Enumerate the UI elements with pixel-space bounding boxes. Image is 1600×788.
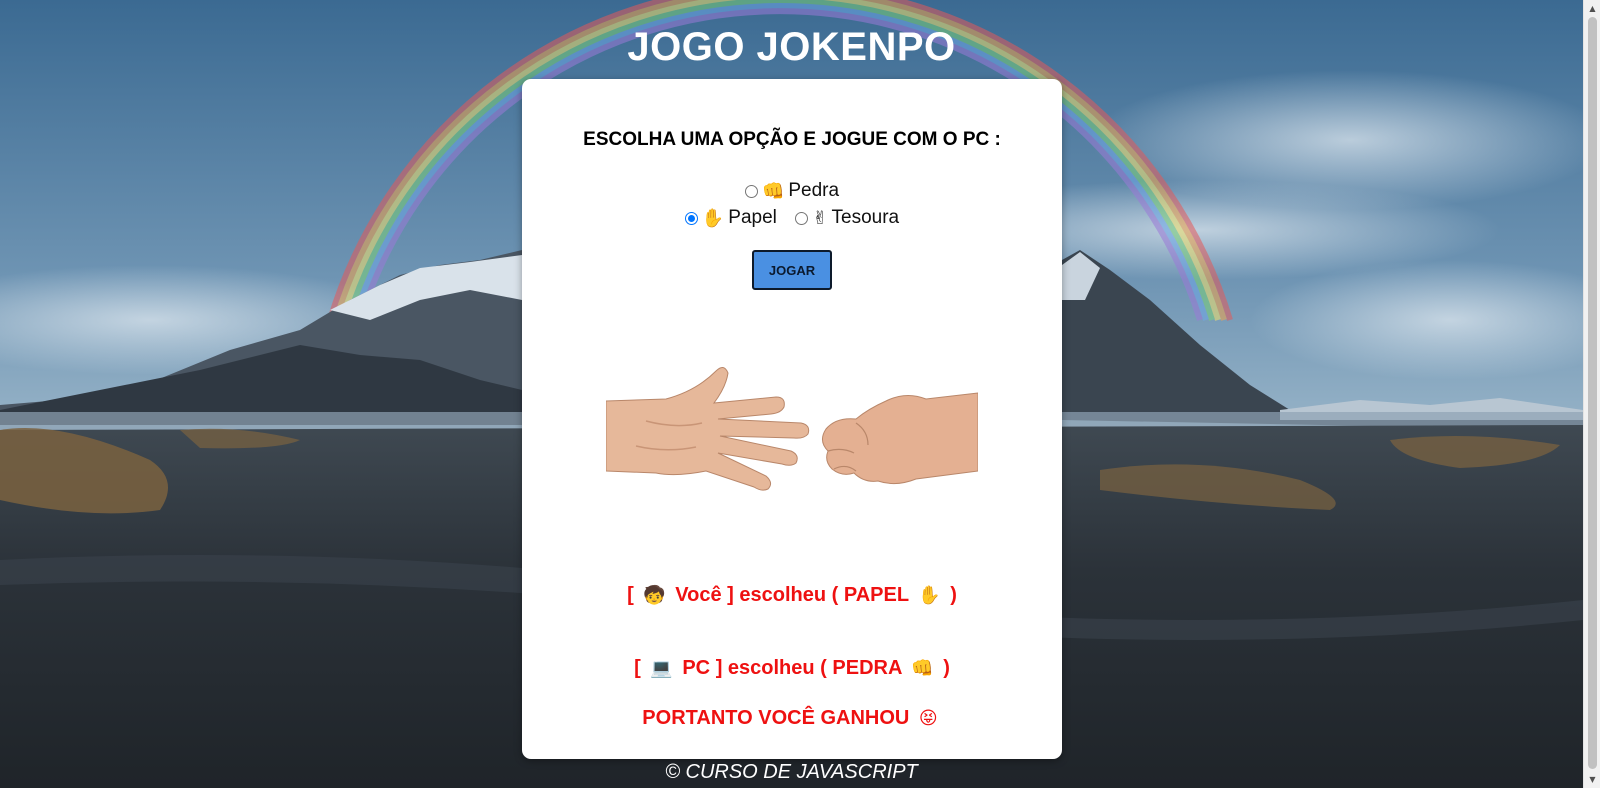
scroll-up-icon[interactable]: ▲ <box>1584 0 1600 17</box>
scrollbar-thumb[interactable] <box>1588 17 1597 769</box>
scroll-down-icon[interactable]: ▼ <box>1584 771 1600 788</box>
radio-papel[interactable] <box>684 211 698 225</box>
play-button[interactable]: JOGAR <box>752 250 832 290</box>
radio-pedra[interactable] <box>744 184 758 198</box>
result-player: [ 🧒 Você ] escolheu ( PAPEL ✋ ) <box>522 584 1062 607</box>
option-pedra-label: Pedra <box>788 180 840 201</box>
player-name: Você <box>675 584 722 606</box>
bracket-open: [ <box>634 657 641 679</box>
option-pedra[interactable]: 👊 Pedra <box>744 180 840 202</box>
laptop-icon: 💻 <box>650 658 673 679</box>
pc-choice: PEDRA <box>832 657 902 679</box>
game-card: ESCOLHA UMA OPÇÃO E JOGUE COM O PC : 👊 P… <box>522 79 1062 759</box>
bracket-close: ) <box>943 657 950 679</box>
player-chose-text: ] escolheu ( <box>727 584 839 606</box>
bracket-open: [ <box>627 584 634 606</box>
option-tesoura-label: Tesoura <box>831 207 900 228</box>
options-row-2: ✋ Papel ✌ Tesoura <box>522 207 1062 231</box>
pc-name: PC <box>682 657 711 679</box>
option-tesoura[interactable]: ✌ Tesoura <box>795 207 899 229</box>
open-hand-icon: ✋ <box>918 585 941 606</box>
open-hand-icon: ✋ <box>701 207 725 229</box>
page-title: JOGO JOKENPO <box>627 25 956 69</box>
final-result-text: PORTANTO VOCÊ GANHOU <box>642 707 910 729</box>
radio-tesoura[interactable] <box>795 211 809 225</box>
option-papel[interactable]: ✋ Papel <box>684 207 777 229</box>
player-choice: PAPEL <box>843 584 909 606</box>
vertical-scrollbar[interactable]: ▲ ▼ <box>1583 0 1600 788</box>
result-pc: [ 💻 PC ] escolheu ( PEDRA 👊 ) <box>522 657 1062 680</box>
fist-icon: 👊 <box>911 658 934 679</box>
rock-paper-hands-image <box>605 311 979 559</box>
fist-icon: 👊 <box>761 180 785 202</box>
footer-copyright: © CURSO DE JAVASCRIPT <box>665 761 918 783</box>
tongue-face-icon: 😝 <box>918 708 938 729</box>
options-row-1: 👊 Pedra <box>522 180 1062 204</box>
final-result: PORTANTO VOCÊ GANHOU 😝 <box>522 707 1062 730</box>
boy-icon: 🧒 <box>643 585 666 606</box>
instruction-text: ESCOLHA UMA OPÇÃO E JOGUE COM O PC : <box>583 129 1001 150</box>
option-papel-label: Papel <box>728 207 777 228</box>
pc-chose-text: ] escolheu ( <box>715 657 827 679</box>
victory-hand-icon: ✌ <box>812 207 828 229</box>
bracket-close: ) <box>950 584 957 606</box>
